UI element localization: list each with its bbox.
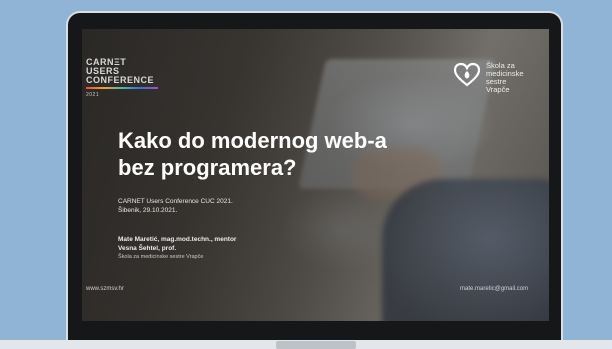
slide-authors: Mate Maretić, mag.mod.techn., mentor Ves… [118, 235, 236, 262]
conference-logo-color-bar [86, 87, 158, 89]
heart-icon [454, 62, 480, 87]
slide-title: Kako do modernog web-a bez programera? [118, 127, 438, 181]
school-name-line4: Vrapče [486, 85, 510, 94]
footer-email: mate.maretic@gmail.com [460, 286, 529, 292]
slide-subtitle: CARNET Users Conference CUC 2021. Šibeni… [118, 197, 233, 215]
scrollbar-thumb[interactable] [276, 341, 356, 349]
author-1: Mate Maretić, mag.mod.techn., mentor [118, 236, 237, 243]
slide-title-line2: bez programera? [118, 155, 297, 180]
school-name: Škola za medicinske sestre Vrapče [486, 62, 524, 94]
conference-name: CARNET Users Conference CUC 2021. [118, 198, 233, 205]
conference-logo-year: 2021 [86, 92, 100, 98]
author-institution: Škola za medicinske sestre Vrapče [118, 254, 204, 260]
presentation-slide: CARNΞT USERS CONFERENCE 2021 Škola za me… [82, 29, 549, 321]
conference-logo-line3: CONFERENCE [86, 75, 155, 85]
footer-website: www.szmsv.hr [86, 286, 124, 292]
conference-logo: CARNΞT USERS CONFERENCE 2021 [86, 58, 158, 100]
author-2: Vesna Šehtel, prof. [118, 245, 177, 252]
slide-title-line1: Kako do modernog web-a [118, 128, 387, 153]
conference-date: Šibenik, 29.10.2021. [118, 207, 178, 214]
